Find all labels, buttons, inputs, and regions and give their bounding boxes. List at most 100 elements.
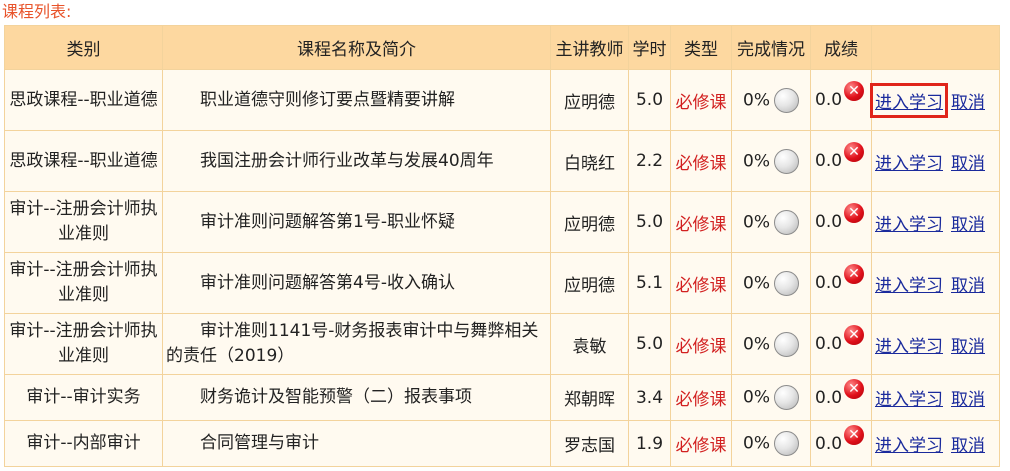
cell-course-name: 审计准则1141号-财务报表审计中与舞弊相关的责任（2019） bbox=[162, 313, 551, 375]
enter-study-link[interactable]: 进入学习 bbox=[874, 148, 944, 175]
cell-score: 0.0 ✕ bbox=[810, 191, 872, 253]
cell-actions: 进入学习 取消 bbox=[870, 69, 1000, 131]
cancel-link[interactable]: 取消 bbox=[950, 270, 986, 297]
cell-teacher: 袁敏 bbox=[550, 313, 629, 375]
type-text: 必修课 bbox=[675, 390, 727, 410]
teacher-text: 应明德 bbox=[564, 214, 615, 235]
teacher-text: 袁敏 bbox=[572, 336, 607, 357]
failed-x-icon: ✕ bbox=[844, 142, 865, 162]
failed-x-icon: ✕ bbox=[844, 325, 865, 345]
cell-teacher: 白晓红 bbox=[550, 130, 629, 192]
cell-hours: 5.0 bbox=[628, 69, 671, 131]
cell-progress: 0% bbox=[731, 69, 811, 131]
cancel-link[interactable]: 取消 bbox=[950, 209, 986, 236]
cell-teacher: 应明德 bbox=[550, 69, 629, 131]
cell-hours: 1.9 bbox=[628, 420, 671, 467]
failed-x-icon: ✕ bbox=[844, 264, 865, 284]
progress-text: 0% bbox=[743, 212, 770, 232]
header-score: 成绩 bbox=[810, 25, 872, 70]
cell-hours: 5.1 bbox=[628, 252, 671, 314]
cancel-link[interactable]: 取消 bbox=[950, 430, 986, 457]
table-row: 审计--注册会计师执业准则 审计准则1141号-财务报表审计中与舞弊相关的责任（2… bbox=[4, 313, 1000, 375]
type-text: 必修课 bbox=[675, 153, 727, 174]
teacher-text: 郑朝晖 bbox=[564, 390, 615, 410]
course-name-text: 审计准则1141号-财务报表审计中与舞弊相关的责任（2019） bbox=[166, 321, 539, 366]
progress-circle-icon bbox=[773, 385, 799, 410]
enter-study-link[interactable]: 进入学习 bbox=[874, 384, 944, 411]
score-text: 0.0 bbox=[815, 212, 843, 232]
cell-progress: 0% bbox=[731, 130, 811, 192]
table-row: 思政课程--职业道德 我国注册会计师行业改革与发展40周年 白晓红 2.2 必修课 0% 0… bbox=[4, 130, 1000, 192]
enter-study-link[interactable]: 进入学习 bbox=[874, 209, 944, 236]
cell-actions: 进入学习 取消 bbox=[871, 191, 1000, 253]
category-text: 审计--注册会计师执业准则 bbox=[9, 199, 158, 244]
cell-progress: 0% bbox=[731, 191, 811, 253]
category-text: 审计--审计实务 bbox=[26, 387, 141, 407]
category-text: 审计--注册会计师执业准则 bbox=[9, 260, 158, 305]
course-name-text: 财务诡计及智能预警（二）报表事项 bbox=[200, 387, 472, 407]
category-text: 审计--注册会计师执业准则 bbox=[9, 321, 158, 366]
type-text: 必修课 bbox=[675, 214, 727, 235]
progress-text: 0% bbox=[743, 151, 770, 171]
cancel-link[interactable]: 取消 bbox=[950, 148, 986, 175]
score-text: 0.0 bbox=[815, 334, 843, 354]
table-row: 审计--审计实务 财务诡计及智能预警（二）报表事项 郑朝晖 3.4 必修课 0% 0.0 ✕ 进… bbox=[4, 374, 1000, 421]
progress-circle-icon bbox=[773, 87, 799, 113]
cell-actions: 进入学习 取消 bbox=[871, 313, 1000, 375]
progress-circle-icon bbox=[773, 431, 799, 456]
course-name-text: 我国注册会计师行业改革与发展40周年 bbox=[200, 150, 494, 171]
cell-course-name: 我国注册会计师行业改革与发展40周年 bbox=[162, 130, 551, 192]
hours-text: 5.0 bbox=[635, 212, 664, 232]
cell-progress: 0% bbox=[731, 313, 811, 375]
cell-actions: 进入学习 取消 bbox=[871, 420, 1000, 467]
cell-teacher: 郑朝晖 bbox=[550, 374, 629, 421]
cell-category: 审计--内部审计 bbox=[4, 420, 163, 467]
cell-category: 思政课程--职业道德 bbox=[4, 130, 163, 192]
cell-type: 必修课 bbox=[670, 313, 732, 375]
table-row: 思政课程--职业道德 职业道德守则修订要点暨精要讲解 应明德 5.0 必修课 0% 0.0 ✕… bbox=[4, 69, 1000, 131]
enter-study-link[interactable]: 进入学习 bbox=[874, 331, 944, 358]
cell-type: 必修课 bbox=[670, 374, 732, 421]
table-row: 审计--注册会计师执业准则 审计准则问题解答第4号-收入确认 应明德 5.1 必修课 0%… bbox=[4, 252, 1000, 314]
header-course-name: 课程名称及简介 bbox=[162, 25, 551, 70]
progress-circle-icon bbox=[773, 209, 799, 235]
progress-text: 0% bbox=[743, 273, 770, 293]
table-row: 审计--内部审计 合同管理与审计 罗志国 1.9 必修课 0% 0.0 ✕ 进入学习 取消 bbox=[4, 420, 1000, 467]
cell-category: 审计--注册会计师执业准则 bbox=[4, 252, 163, 314]
header-hours: 学时 bbox=[628, 25, 671, 70]
header-type: 类型 bbox=[670, 25, 732, 70]
progress-circle-icon bbox=[773, 331, 799, 357]
teacher-text: 罗志国 bbox=[564, 436, 615, 456]
cell-actions: 进入学习 取消 bbox=[871, 252, 1000, 314]
teacher-text: 应明德 bbox=[564, 275, 615, 296]
cancel-link[interactable]: 取消 bbox=[950, 384, 986, 411]
type-text: 必修课 bbox=[675, 275, 727, 296]
cell-category: 思政课程--职业道德 bbox=[4, 69, 163, 131]
enter-study-link[interactable]: 进入学习 bbox=[874, 430, 944, 457]
header-teacher: 主讲教师 bbox=[550, 25, 629, 70]
score-text: 0.0 bbox=[815, 273, 843, 293]
cancel-link[interactable]: 取消 bbox=[950, 87, 986, 114]
cell-course-name: 合同管理与审计 bbox=[162, 420, 551, 467]
score-text: 0.0 bbox=[815, 387, 843, 408]
failed-x-icon: ✕ bbox=[844, 81, 865, 101]
progress-text: 0% bbox=[743, 334, 770, 354]
cell-score: 0.0 ✕ bbox=[810, 69, 872, 131]
score-text: 0.0 bbox=[815, 151, 843, 171]
table-header-row: 类别 课程名称及简介 主讲教师 学时 类型 完成情况 成绩 bbox=[4, 25, 1000, 70]
hours-text: 2.2 bbox=[635, 151, 664, 171]
cancel-link[interactable]: 取消 bbox=[950, 331, 986, 358]
score-text: 0.0 bbox=[815, 433, 843, 454]
progress-text: 0% bbox=[743, 433, 770, 454]
cell-progress: 0% bbox=[731, 374, 811, 421]
cell-type: 必修课 bbox=[670, 69, 732, 131]
enter-study-link[interactable]: 进入学习 bbox=[870, 82, 948, 118]
header-progress: 完成情况 bbox=[731, 25, 811, 70]
enter-study-link[interactable]: 进入学习 bbox=[874, 270, 944, 297]
category-text: 审计--内部审计 bbox=[26, 433, 141, 453]
teacher-text: 应明德 bbox=[564, 92, 615, 113]
cell-category: 审计--注册会计师执业准则 bbox=[4, 191, 163, 253]
hours-text: 5.1 bbox=[635, 273, 664, 293]
category-text: 思政课程--职业道德 bbox=[9, 89, 158, 110]
cell-type: 必修课 bbox=[670, 420, 732, 467]
